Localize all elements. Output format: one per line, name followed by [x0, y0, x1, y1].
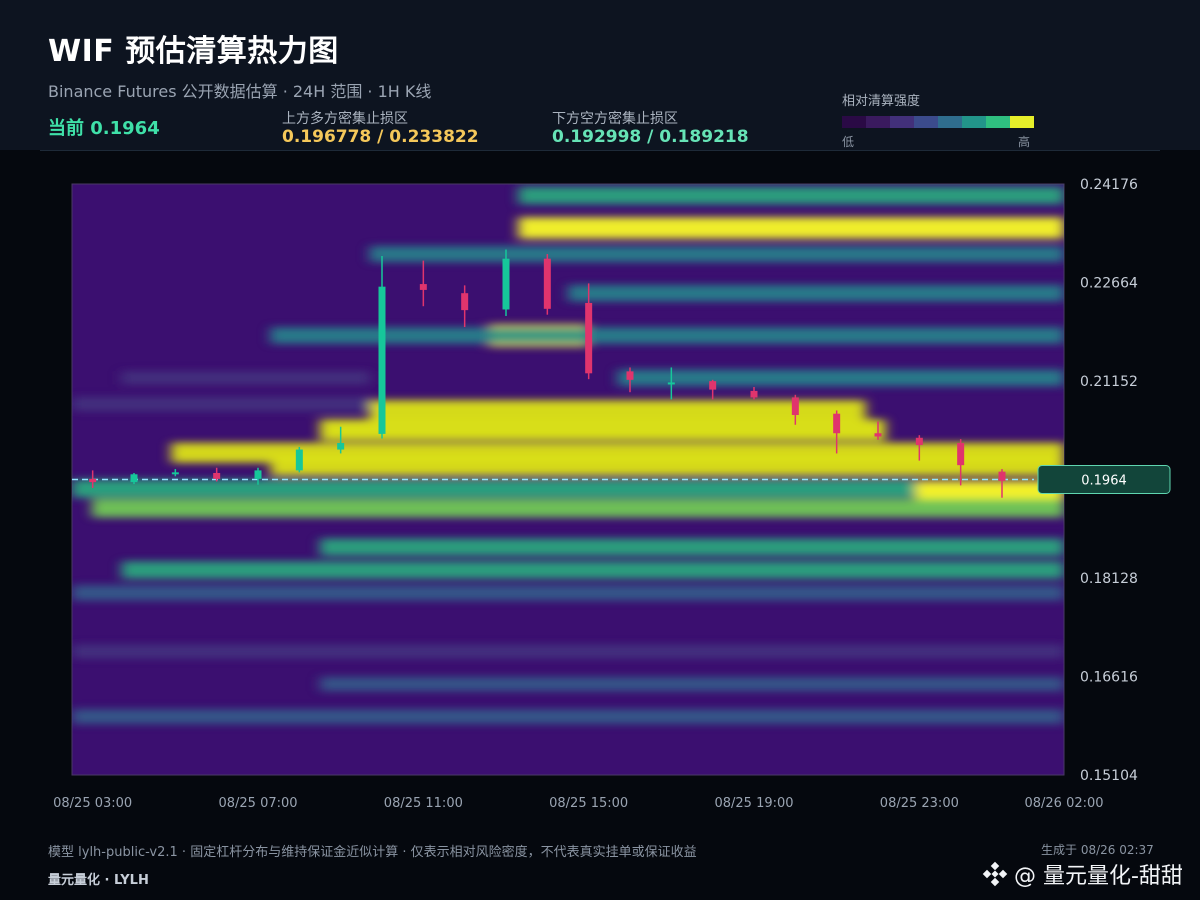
- candle-body-14: [667, 382, 675, 385]
- current-price-tag-label: 0.1964: [1081, 474, 1127, 489]
- watermark: @ 量元量化-甜甜: [982, 858, 1183, 890]
- heat-band-20: [72, 396, 370, 411]
- candle-body-22: [998, 471, 1006, 481]
- binance-logo-icon: [982, 861, 1008, 887]
- y-tick-label: 0.24176: [1080, 177, 1138, 193]
- candle-body-15: [709, 381, 717, 390]
- candle-body-9: [461, 293, 469, 311]
- candle-body-8: [419, 284, 427, 290]
- liquidation-heatmap-chart: 0.24176 0.22664 0.21152 0.18128 0.16616 0.151…: [53, 177, 1171, 811]
- heat-band-5: [270, 327, 1064, 344]
- watermark-text: @ 量元量化-甜甜: [1014, 864, 1183, 889]
- footer-brand: 量元量化 · LYLH: [48, 873, 149, 888]
- candle-body-1: [130, 474, 138, 483]
- candle-body-7: [378, 286, 386, 434]
- candle-body-12: [585, 302, 593, 374]
- y-tick-label: 0.18128: [1080, 571, 1138, 587]
- candle-body-16: [750, 390, 758, 398]
- candle-body-13: [626, 371, 634, 380]
- candle-body-5: [295, 449, 303, 471]
- x-tick-label: 08/25 15:00: [549, 796, 628, 811]
- x-tick-label: 08/25 07:00: [218, 796, 297, 811]
- heat-band-0: [518, 217, 1064, 239]
- candle-body-17: [791, 397, 799, 416]
- heat-band-15: [121, 561, 1064, 579]
- heat-band-13: [91, 498, 1064, 518]
- x-tick-label: 08/25 23:00: [880, 796, 959, 811]
- heat-band-6: [617, 369, 1064, 387]
- heat-band-18: [320, 676, 1064, 692]
- y-tick-label: 0.15104: [1080, 768, 1138, 784]
- candle-body-2: [171, 472, 179, 475]
- candle-body-19: [874, 433, 882, 437]
- x-tick-label: 08/26 02:00: [1024, 796, 1103, 811]
- y-tick-label: 0.16616: [1080, 670, 1138, 686]
- heat-band-1: [518, 186, 1064, 205]
- heat-band-7: [369, 400, 866, 421]
- heat-band-21: [121, 371, 370, 385]
- generated-time: 生成于 08/26 02:37: [1041, 843, 1154, 857]
- candle-body-6: [337, 443, 345, 450]
- candle-body-21: [957, 443, 965, 466]
- candle-body-10: [502, 258, 510, 310]
- heat-band-14: [320, 538, 1064, 557]
- heat-band-8: [320, 419, 886, 441]
- y-tick-label: 0.22664: [1080, 276, 1138, 292]
- candle-body-0: [89, 478, 97, 483]
- heat-band-2: [369, 246, 1064, 263]
- candle-body-18: [833, 413, 841, 434]
- heat-band-19: [72, 709, 1064, 725]
- x-tick-label: 08/25 19:00: [714, 796, 793, 811]
- heat-band-3: [568, 284, 1064, 302]
- heat-band-12: [72, 479, 916, 498]
- candle-body-3: [213, 472, 221, 479]
- heat-band-10: [270, 455, 1064, 476]
- heat-band-17: [72, 644, 1064, 659]
- footer-disclaimer: 模型 lylh-public-v2.1 · 固定杠杆分布与维持保证金近似计算 ·…: [48, 845, 697, 860]
- candle-body-11: [543, 258, 551, 309]
- x-tick-label: 08/25 03:00: [53, 796, 132, 811]
- candle-body-4: [254, 470, 262, 479]
- candle-body-20: [915, 437, 923, 445]
- y-tick-label: 0.21152: [1080, 374, 1138, 390]
- x-tick-label: 08/25 11:00: [384, 796, 463, 811]
- heat-band-16: [72, 585, 1064, 601]
